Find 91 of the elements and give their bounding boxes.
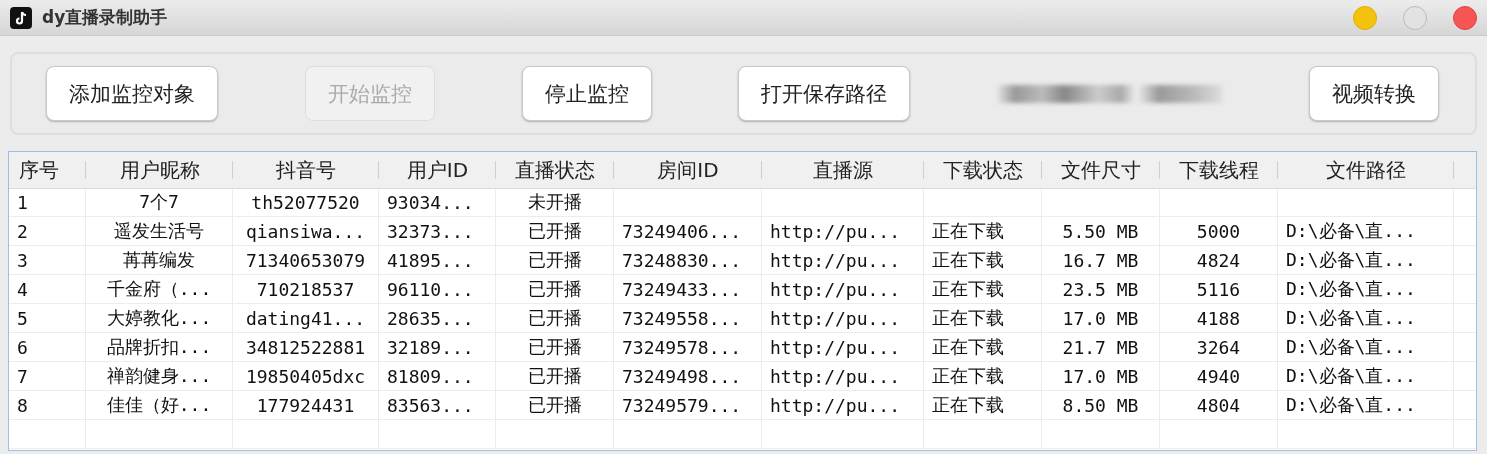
table-cell: 5000 — [1160, 217, 1278, 246]
table-cell: 17.0 MB — [1042, 362, 1160, 391]
table-cell: 千金府（... — [86, 275, 233, 304]
table-cell: qiansiwa... — [233, 217, 379, 246]
table-cell: 73248830... — [614, 246, 762, 275]
table-cell: http://pu... — [762, 333, 924, 362]
table-cell: 大婷教化... — [86, 304, 233, 333]
table-cell: 73249498... — [614, 362, 762, 391]
toolbar-button[interactable]: 添加监控对象 — [46, 66, 218, 121]
table-cell: 已开播 — [496, 304, 614, 333]
table-cell: 正在下载 — [924, 362, 1042, 391]
table-cell: 73249578... — [614, 333, 762, 362]
table-cell: 3264 — [1160, 333, 1278, 362]
table-cell: dating41... — [233, 304, 379, 333]
table-cell: 19850405dxc — [233, 362, 379, 391]
app-logo-icon — [10, 6, 32, 29]
table-cell: 品牌折扣... — [86, 333, 233, 362]
table-cell: 8 — [9, 391, 86, 420]
table-cell: 苒苒编发 — [86, 246, 233, 275]
table-cell: 5116 — [1160, 275, 1278, 304]
table-cell: D:\必备\直... — [1278, 275, 1454, 304]
table-cell: 7个7 — [86, 188, 233, 217]
table-cell: 已开播 — [496, 391, 614, 420]
table-cell: 16.7 MB — [1042, 246, 1160, 275]
table-cell: 28635... — [379, 304, 496, 333]
table-cell: 已开播 — [496, 217, 614, 246]
table-cell: 710218537 — [233, 275, 379, 304]
close-button[interactable] — [1453, 5, 1477, 30]
table-cell: 2 — [9, 217, 86, 246]
table-cell: 8.50 MB — [1042, 391, 1160, 420]
table-cell: 32373... — [379, 217, 496, 246]
table-cell: 4 — [9, 275, 86, 304]
table-cell: 32189... — [379, 333, 496, 362]
table-cell: 正在下载 — [924, 217, 1042, 246]
table-cell: 正在下载 — [924, 391, 1042, 420]
table-cell: 已开播 — [496, 246, 614, 275]
maximize-button[interactable] — [1403, 5, 1427, 30]
table-cell: http://pu... — [762, 391, 924, 420]
table-cell: http://pu... — [762, 275, 924, 304]
table-cell: 73249558... — [614, 304, 762, 333]
table-cell: D:\必备\直... — [1278, 217, 1454, 246]
table-cell: 5 — [9, 304, 86, 333]
table-cell: 已开播 — [496, 362, 614, 391]
table-cell: 177924431 — [233, 391, 379, 420]
table-cell: 已开播 — [496, 275, 614, 304]
toolbar-button[interactable]: 打开保存路径 — [738, 66, 911, 121]
table-cell: 4940 — [1160, 362, 1278, 391]
table-cell: 已开播 — [496, 333, 614, 362]
table-cell: 3 — [9, 246, 86, 275]
table-cell: 禅韵健身... — [86, 362, 233, 391]
table-cell: 81809... — [379, 362, 496, 391]
table-cell: 17.0 MB — [1042, 304, 1160, 333]
table-cell: 71340653079 — [233, 246, 379, 275]
table-cell: http://pu... — [762, 362, 924, 391]
table-cell: 21.7 MB — [1042, 333, 1160, 362]
table-cell: 41895... — [379, 246, 496, 275]
minimize-button[interactable] — [1353, 5, 1377, 30]
table-cell: 佳佳（好... — [86, 391, 233, 420]
table-cell: 4188 — [1160, 304, 1278, 333]
table-cell: D:\必备\直... — [1278, 391, 1454, 420]
table-cell: 73249433... — [614, 275, 762, 304]
table-cell: http://pu... — [762, 246, 924, 275]
table-cell: D:\必备\直... — [1278, 246, 1454, 275]
table-cell: 93034... — [379, 188, 496, 217]
table-cell: 正在下载 — [924, 275, 1042, 304]
table-cell: 正在下载 — [924, 304, 1042, 333]
window-title: dy直播录制助手 — [42, 6, 168, 29]
table-cell: D:\必备\直... — [1278, 362, 1454, 391]
table-cell: http://pu... — [762, 217, 924, 246]
toolbar-button[interactable]: 停止监控 — [521, 66, 652, 121]
table-cell: 未开播 — [496, 188, 614, 217]
table-cell: 73249406... — [614, 217, 762, 246]
table-cell: D:\必备\直... — [1278, 333, 1454, 362]
table-cell: 83563... — [379, 391, 496, 420]
table-cell: 4824 — [1160, 246, 1278, 275]
table-cell: 5.50 MB — [1042, 217, 1160, 246]
toolbar-button[interactable]: 视频转换 — [1309, 66, 1439, 121]
table-cell: 4804 — [1160, 391, 1278, 420]
table-cell: 遥发生活号 — [86, 217, 233, 246]
table-cell: D:\必备\直... — [1278, 304, 1454, 333]
table-cell: 73249579... — [614, 391, 762, 420]
table-cell: 正在下载 — [924, 246, 1042, 275]
table-cell: 7 — [9, 362, 86, 391]
table-cell: http://pu... — [762, 304, 924, 333]
table-cell: 正在下载 — [924, 333, 1042, 362]
table-cell: 1 — [9, 188, 86, 217]
table-cell: 34812522881 — [233, 333, 379, 362]
table-cell: 96110... — [379, 275, 496, 304]
table-cell: 23.5 MB — [1042, 275, 1160, 304]
table-cell: th52077520 — [233, 188, 379, 217]
table-cell: 6 — [9, 333, 86, 362]
